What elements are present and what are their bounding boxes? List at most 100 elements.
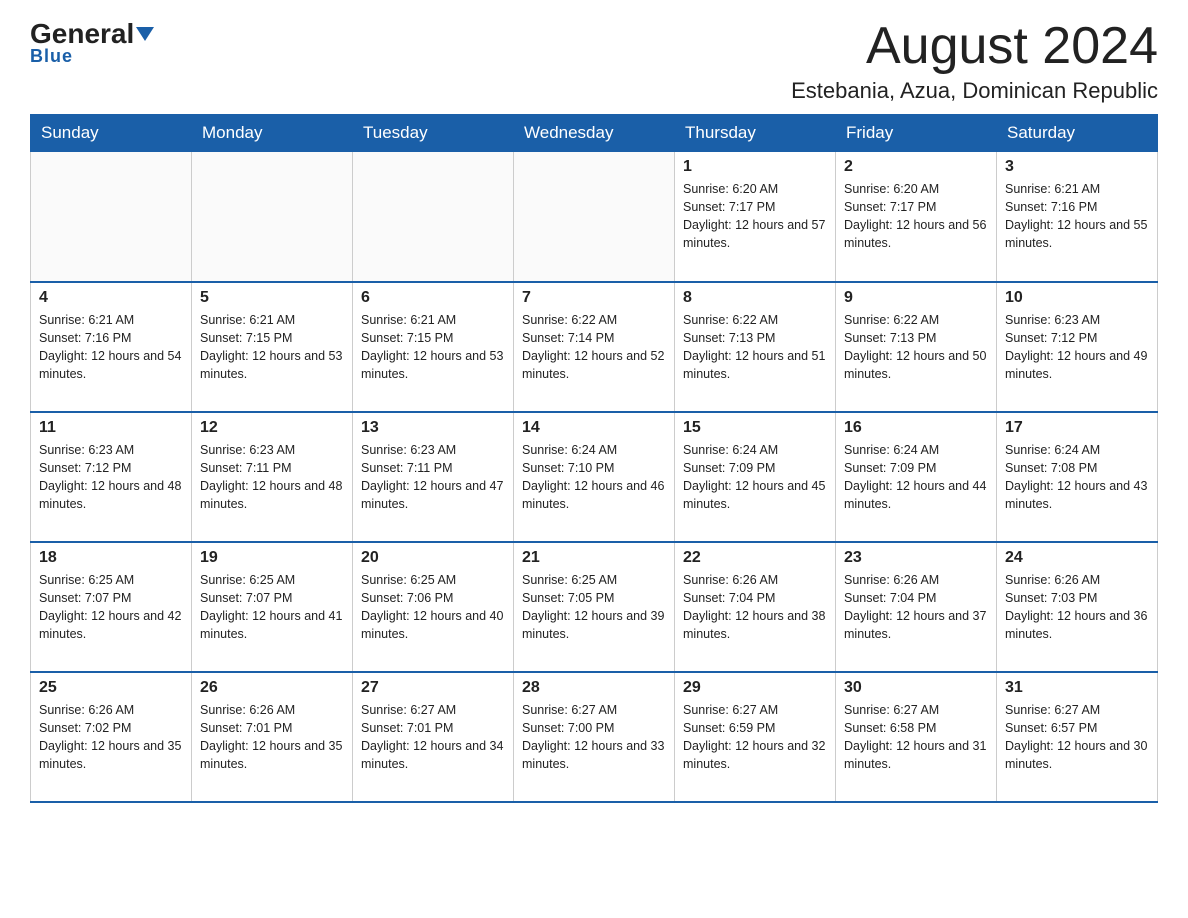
calendar-header-row: SundayMondayTuesdayWednesdayThursdayFrid… xyxy=(31,115,1158,152)
day-number: 12 xyxy=(200,419,344,437)
calendar-cell: 3 Sunrise: 6:21 AMSunset: 7:16 PMDaylight… xyxy=(997,152,1158,282)
day-number: 31 xyxy=(1005,679,1149,697)
day-number: 6 xyxy=(361,289,505,307)
title-block: August 2024 Estebania, Azua, Dominican R… xyxy=(791,20,1158,104)
header-day-monday: Monday xyxy=(192,115,353,152)
day-number: 22 xyxy=(683,549,827,567)
day-number: 28 xyxy=(522,679,666,697)
day-info: Sunrise: 6:22 AMSunset: 7:13 PMDaylight:… xyxy=(683,311,827,384)
day-number: 18 xyxy=(39,549,183,567)
calendar-week-4: 18 Sunrise: 6:25 AMSunset: 7:07 PMDayligh… xyxy=(31,542,1158,672)
day-number: 1 xyxy=(683,158,827,176)
day-info: Sunrise: 6:24 AMSunset: 7:09 PMDaylight:… xyxy=(683,441,827,514)
day-info: Sunrise: 6:27 AMSunset: 7:01 PMDaylight:… xyxy=(361,701,505,774)
calendar-cell: 6 Sunrise: 6:21 AMSunset: 7:15 PMDaylight… xyxy=(353,282,514,412)
day-info: Sunrise: 6:27 AMSunset: 6:57 PMDaylight:… xyxy=(1005,701,1149,774)
header-day-tuesday: Tuesday xyxy=(353,115,514,152)
logo-blue-text: Blue xyxy=(30,46,73,67)
calendar-cell: 18 Sunrise: 6:25 AMSunset: 7:07 PMDayligh… xyxy=(31,542,192,672)
day-number: 10 xyxy=(1005,289,1149,307)
calendar-cell: 9 Sunrise: 6:22 AMSunset: 7:13 PMDaylight… xyxy=(836,282,997,412)
header-day-saturday: Saturday xyxy=(997,115,1158,152)
calendar-week-5: 25Sunrise: 6:26 AMSunset: 7:02 PMDayligh… xyxy=(31,672,1158,802)
calendar-cell: 1 Sunrise: 6:20 AMSunset: 7:17 PMDaylight… xyxy=(675,152,836,282)
header-day-friday: Friday xyxy=(836,115,997,152)
calendar-cell: 27 Sunrise: 6:27 AMSunset: 7:01 PMDayligh… xyxy=(353,672,514,802)
calendar-header: SundayMondayTuesdayWednesdayThursdayFrid… xyxy=(31,115,1158,152)
calendar-cell: 5 Sunrise: 6:21 AMSunset: 7:15 PMDaylight… xyxy=(192,282,353,412)
calendar-cell: 10Sunrise: 6:23 AMSunset: 7:12 PMDayligh… xyxy=(997,282,1158,412)
calendar-cell: 28Sunrise: 6:27 AMSunset: 7:00 PMDayligh… xyxy=(514,672,675,802)
calendar-cell: 16 Sunrise: 6:24 AMSunset: 7:09 PMDayligh… xyxy=(836,412,997,542)
day-info: Sunrise: 6:26 AMSunset: 7:04 PMDaylight:… xyxy=(683,571,827,644)
calendar-cell: 31 Sunrise: 6:27 AMSunset: 6:57 PMDayligh… xyxy=(997,672,1158,802)
day-number: 8 xyxy=(683,289,827,307)
day-info: Sunrise: 6:23 AMSunset: 7:12 PMDaylight:… xyxy=(39,441,183,514)
calendar-cell xyxy=(31,152,192,282)
header-day-thursday: Thursday xyxy=(675,115,836,152)
calendar-cell: 26Sunrise: 6:26 AMSunset: 7:01 PMDayligh… xyxy=(192,672,353,802)
day-number: 16 xyxy=(844,419,988,437)
calendar-cell: 12 Sunrise: 6:23 AMSunset: 7:11 PMDayligh… xyxy=(192,412,353,542)
day-info: Sunrise: 6:25 AMSunset: 7:07 PMDaylight:… xyxy=(200,571,344,644)
day-number: 25 xyxy=(39,679,183,697)
day-info: Sunrise: 6:21 AMSunset: 7:16 PMDaylight:… xyxy=(1005,180,1149,253)
day-info: Sunrise: 6:22 AMSunset: 7:14 PMDaylight:… xyxy=(522,311,666,384)
day-number: 29 xyxy=(683,679,827,697)
calendar-week-1: 1 Sunrise: 6:20 AMSunset: 7:17 PMDaylight… xyxy=(31,152,1158,282)
day-info: Sunrise: 6:25 AMSunset: 7:06 PMDaylight:… xyxy=(361,571,505,644)
calendar-cell: 15 Sunrise: 6:24 AMSunset: 7:09 PMDayligh… xyxy=(675,412,836,542)
day-number: 2 xyxy=(844,158,988,176)
day-number: 20 xyxy=(361,549,505,567)
calendar-week-3: 11Sunrise: 6:23 AMSunset: 7:12 PMDayligh… xyxy=(31,412,1158,542)
day-info: Sunrise: 6:24 AMSunset: 7:10 PMDaylight:… xyxy=(522,441,666,514)
day-info: Sunrise: 6:20 AMSunset: 7:17 PMDaylight:… xyxy=(683,180,827,253)
calendar-cell: 2 Sunrise: 6:20 AMSunset: 7:17 PMDaylight… xyxy=(836,152,997,282)
logo: General Blue xyxy=(30,20,154,67)
day-info: Sunrise: 6:25 AMSunset: 7:05 PMDaylight:… xyxy=(522,571,666,644)
day-number: 30 xyxy=(844,679,988,697)
logo-triangle-icon xyxy=(136,27,154,41)
day-number: 23 xyxy=(844,549,988,567)
calendar-cell xyxy=(353,152,514,282)
calendar-cell: 4Sunrise: 6:21 AMSunset: 7:16 PMDaylight… xyxy=(31,282,192,412)
day-number: 24 xyxy=(1005,549,1149,567)
calendar-cell: 14Sunrise: 6:24 AMSunset: 7:10 PMDayligh… xyxy=(514,412,675,542)
day-number: 27 xyxy=(361,679,505,697)
day-number: 15 xyxy=(683,419,827,437)
day-number: 3 xyxy=(1005,158,1149,176)
day-info: Sunrise: 6:25 AMSunset: 7:07 PMDaylight:… xyxy=(39,571,183,644)
day-info: Sunrise: 6:24 AMSunset: 7:09 PMDaylight:… xyxy=(844,441,988,514)
logo-text: General xyxy=(30,20,154,48)
day-info: Sunrise: 6:20 AMSunset: 7:17 PMDaylight:… xyxy=(844,180,988,253)
day-number: 17 xyxy=(1005,419,1149,437)
day-number: 9 xyxy=(844,289,988,307)
calendar-cell: 19 Sunrise: 6:25 AMSunset: 7:07 PMDayligh… xyxy=(192,542,353,672)
day-number: 13 xyxy=(361,419,505,437)
day-info: Sunrise: 6:27 AMSunset: 6:58 PMDaylight:… xyxy=(844,701,988,774)
day-info: Sunrise: 6:23 AMSunset: 7:11 PMDaylight:… xyxy=(361,441,505,514)
day-info: Sunrise: 6:22 AMSunset: 7:13 PMDaylight:… xyxy=(844,311,988,384)
day-info: Sunrise: 6:21 AMSunset: 7:15 PMDaylight:… xyxy=(200,311,344,384)
calendar-table: SundayMondayTuesdayWednesdayThursdayFrid… xyxy=(30,114,1158,803)
calendar-subtitle: Estebania, Azua, Dominican Republic xyxy=(791,78,1158,104)
day-info: Sunrise: 6:23 AMSunset: 7:11 PMDaylight:… xyxy=(200,441,344,514)
calendar-cell: 13 Sunrise: 6:23 AMSunset: 7:11 PMDayligh… xyxy=(353,412,514,542)
day-info: Sunrise: 6:27 AMSunset: 6:59 PMDaylight:… xyxy=(683,701,827,774)
day-number: 21 xyxy=(522,549,666,567)
calendar-cell: 7Sunrise: 6:22 AMSunset: 7:14 PMDaylight… xyxy=(514,282,675,412)
calendar-cell: 21 Sunrise: 6:25 AMSunset: 7:05 PMDayligh… xyxy=(514,542,675,672)
day-info: Sunrise: 6:26 AMSunset: 7:04 PMDaylight:… xyxy=(844,571,988,644)
day-number: 19 xyxy=(200,549,344,567)
header-day-wednesday: Wednesday xyxy=(514,115,675,152)
header-day-sunday: Sunday xyxy=(31,115,192,152)
day-info: Sunrise: 6:21 AMSunset: 7:15 PMDaylight:… xyxy=(361,311,505,384)
page-header: General Blue August 2024 Estebania, Azua… xyxy=(30,20,1158,104)
calendar-cell: 24Sunrise: 6:26 AMSunset: 7:03 PMDayligh… xyxy=(997,542,1158,672)
calendar-cell: 25Sunrise: 6:26 AMSunset: 7:02 PMDayligh… xyxy=(31,672,192,802)
calendar-cell xyxy=(514,152,675,282)
calendar-title: August 2024 xyxy=(791,20,1158,72)
day-number: 5 xyxy=(200,289,344,307)
calendar-cell: 29 Sunrise: 6:27 AMSunset: 6:59 PMDayligh… xyxy=(675,672,836,802)
day-info: Sunrise: 6:24 AMSunset: 7:08 PMDaylight:… xyxy=(1005,441,1149,514)
